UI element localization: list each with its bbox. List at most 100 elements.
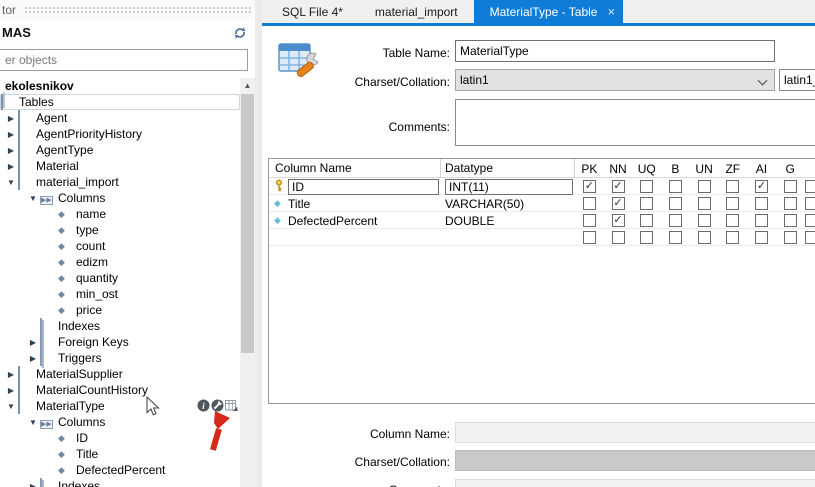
grid-row-id[interactable]: ID INT(11) ✓ ✓ ✓ — [269, 178, 815, 195]
unchecked-checkbox-uq[interactable] — [640, 180, 653, 193]
comments-textarea[interactable] — [455, 99, 815, 146]
datatype-value[interactable]: DOUBLE — [445, 214, 494, 228]
tree-item-indexes[interactable]: Indexes — [0, 318, 240, 334]
datatype-cell[interactable] — [441, 229, 575, 246]
tree-item-min-ost[interactable]: ◆min_ost — [0, 286, 240, 302]
unchecked-checkbox-ai[interactable] — [755, 214, 768, 227]
tree-item-indexes[interactable]: ▶Indexes — [0, 478, 240, 487]
unchecked-checkbox-b[interactable] — [669, 180, 682, 193]
tree-item-id[interactable]: ◆ID — [0, 430, 240, 446]
column-name-cell[interactable]: ◆DefectedPercent — [269, 212, 441, 229]
datatype-value[interactable]: VARCHAR(50) — [445, 197, 524, 211]
grid-header-column-name[interactable]: Column Name — [269, 159, 441, 178]
grid-header-b[interactable]: B — [661, 162, 690, 176]
tree-item-columns[interactable]: ▼▶▶Columns — [0, 190, 240, 206]
collation-dropdown[interactable]: latin1_ — [779, 69, 815, 91]
checked-checkbox-pk[interactable]: ✓ — [583, 180, 596, 193]
grid-row-defectedpercent[interactable]: ◆DefectedPercent DOUBLE ✓ — [269, 212, 815, 229]
expand-arrow-right-icon[interactable]: ▶ — [26, 354, 40, 363]
expand-arrow-down-icon[interactable]: ▼ — [26, 194, 40, 203]
tree-item-foreign-keys[interactable]: ▶Foreign Keys — [0, 334, 240, 350]
unchecked-checkbox-partial[interactable] — [805, 231, 815, 244]
tree-item-title[interactable]: ◆Title — [0, 446, 240, 462]
unchecked-checkbox-uq[interactable] — [640, 231, 653, 244]
tree-item-materialsupplier[interactable]: ▶MaterialSupplier — [0, 366, 240, 382]
tree-item-material-import[interactable]: ▼material_import — [0, 174, 240, 190]
tree-item-name[interactable]: ◆name — [0, 206, 240, 222]
unchecked-checkbox-un[interactable] — [698, 231, 711, 244]
scroll-up-icon[interactable]: ▲ — [240, 78, 255, 94]
tree-item-price[interactable]: ◆price — [0, 302, 240, 318]
table-name-input[interactable]: MaterialType — [455, 40, 775, 62]
grid-header-pk[interactable]: PK — [575, 162, 604, 176]
unchecked-checkbox-partial[interactable] — [805, 214, 815, 227]
column-name-cell[interactable] — [269, 229, 441, 246]
checked-checkbox-ai[interactable]: ✓ — [755, 180, 768, 193]
expand-arrow-right-icon[interactable]: ▶ — [4, 114, 18, 123]
tree-item-materialtype[interactable]: ▼MaterialTypei — [0, 398, 240, 414]
unchecked-checkbox-un[interactable] — [698, 214, 711, 227]
filter-objects-input[interactable]: er objects — [0, 49, 248, 71]
expand-arrow-right-icon[interactable]: ▶ — [4, 162, 18, 171]
tree-item-columns[interactable]: ▼▶▶Columns — [0, 414, 240, 430]
unchecked-checkbox-pk[interactable] — [583, 231, 596, 244]
grid-header-datatype[interactable]: Datatype — [441, 159, 575, 178]
grid-header-nn[interactable]: NN — [604, 162, 633, 176]
expand-arrow-right-icon[interactable]: ▶ — [4, 130, 18, 139]
tree-item-material[interactable]: ▶Material — [0, 158, 240, 174]
unchecked-checkbox-uq[interactable] — [640, 214, 653, 227]
tree-item-count[interactable]: ◆count — [0, 238, 240, 254]
unchecked-checkbox-zf[interactable] — [726, 231, 739, 244]
unchecked-checkbox-pk[interactable] — [583, 214, 596, 227]
tab-materialtype-table[interactable]: MaterialType - Table× — [474, 0, 623, 23]
tree-item-agentpriorityhistory[interactable]: ▶AgentPriorityHistory — [0, 126, 240, 142]
unchecked-checkbox-uq[interactable] — [640, 197, 653, 210]
grid-header-g[interactable]: G — [776, 162, 805, 176]
expand-arrow-down-icon[interactable]: ▼ — [26, 418, 40, 427]
expand-arrow-right-icon[interactable]: ▶ — [4, 146, 18, 155]
expand-arrow-down-icon[interactable]: ▼ — [4, 402, 18, 411]
expand-arrow-right-icon[interactable]: ▶ — [26, 338, 40, 347]
column-name-value[interactable]: ID — [288, 179, 439, 195]
grid-header-uq[interactable]: UQ — [632, 162, 661, 176]
datatype-cell[interactable]: VARCHAR(50) — [441, 195, 575, 212]
tab-close-icon[interactable]: × — [607, 4, 615, 19]
grid-row-empty[interactable] — [269, 229, 815, 246]
tree-item-tables[interactable]: Tables — [0, 94, 240, 110]
tree-item-agenttype[interactable]: ▶AgentType — [0, 142, 240, 158]
column-name-cell[interactable]: ID — [269, 178, 441, 195]
scrollbar-thumb[interactable] — [241, 94, 254, 353]
checked-checkbox-nn[interactable]: ✓ — [612, 214, 625, 227]
unchecked-checkbox-g[interactable] — [784, 197, 797, 210]
checked-checkbox-nn[interactable]: ✓ — [612, 197, 625, 210]
unchecked-checkbox-g[interactable] — [784, 214, 797, 227]
tree-item-defectedpercent[interactable]: ◆DefectedPercent — [0, 462, 240, 478]
grid-row-title[interactable]: ◆Title VARCHAR(50) ✓ — [269, 195, 815, 212]
checked-checkbox-nn[interactable]: ✓ — [612, 180, 625, 193]
unchecked-checkbox-zf[interactable] — [726, 214, 739, 227]
unchecked-checkbox-nn[interactable] — [612, 231, 625, 244]
unchecked-checkbox-zf[interactable] — [726, 180, 739, 193]
unchecked-checkbox-pk[interactable] — [583, 197, 596, 210]
unchecked-checkbox-partial[interactable] — [805, 197, 815, 210]
refresh-schemas-icon[interactable] — [232, 25, 248, 41]
unchecked-checkbox-b[interactable] — [669, 214, 682, 227]
column-name-value[interactable]: Title — [288, 197, 310, 211]
datatype-value[interactable]: INT(11) — [445, 179, 573, 195]
grid-header-un[interactable]: UN — [690, 162, 719, 176]
unchecked-checkbox-un[interactable] — [698, 180, 711, 193]
tree-item-materialcounthistory[interactable]: ▶MaterialCountHistory — [0, 382, 240, 398]
unchecked-checkbox-zf[interactable] — [726, 197, 739, 210]
tab-material-import[interactable]: material_import — [359, 0, 474, 23]
panel-splitter[interactable] — [255, 0, 262, 487]
tree-item-quantity[interactable]: ◆quantity — [0, 270, 240, 286]
unchecked-checkbox-un[interactable] — [698, 197, 711, 210]
grid-header-ai[interactable]: AI — [747, 162, 776, 176]
tree-item-edizm[interactable]: ◆edizm — [0, 254, 240, 270]
unchecked-checkbox-g[interactable] — [784, 231, 797, 244]
grid-header-zf[interactable]: ZF — [718, 162, 747, 176]
datatype-cell[interactable]: DOUBLE — [441, 212, 575, 229]
expand-arrow-right-icon[interactable]: ▶ — [4, 370, 18, 379]
tree-scrollbar[interactable]: ▲ — [240, 78, 255, 487]
column-name-cell[interactable]: ◆Title — [269, 195, 441, 212]
